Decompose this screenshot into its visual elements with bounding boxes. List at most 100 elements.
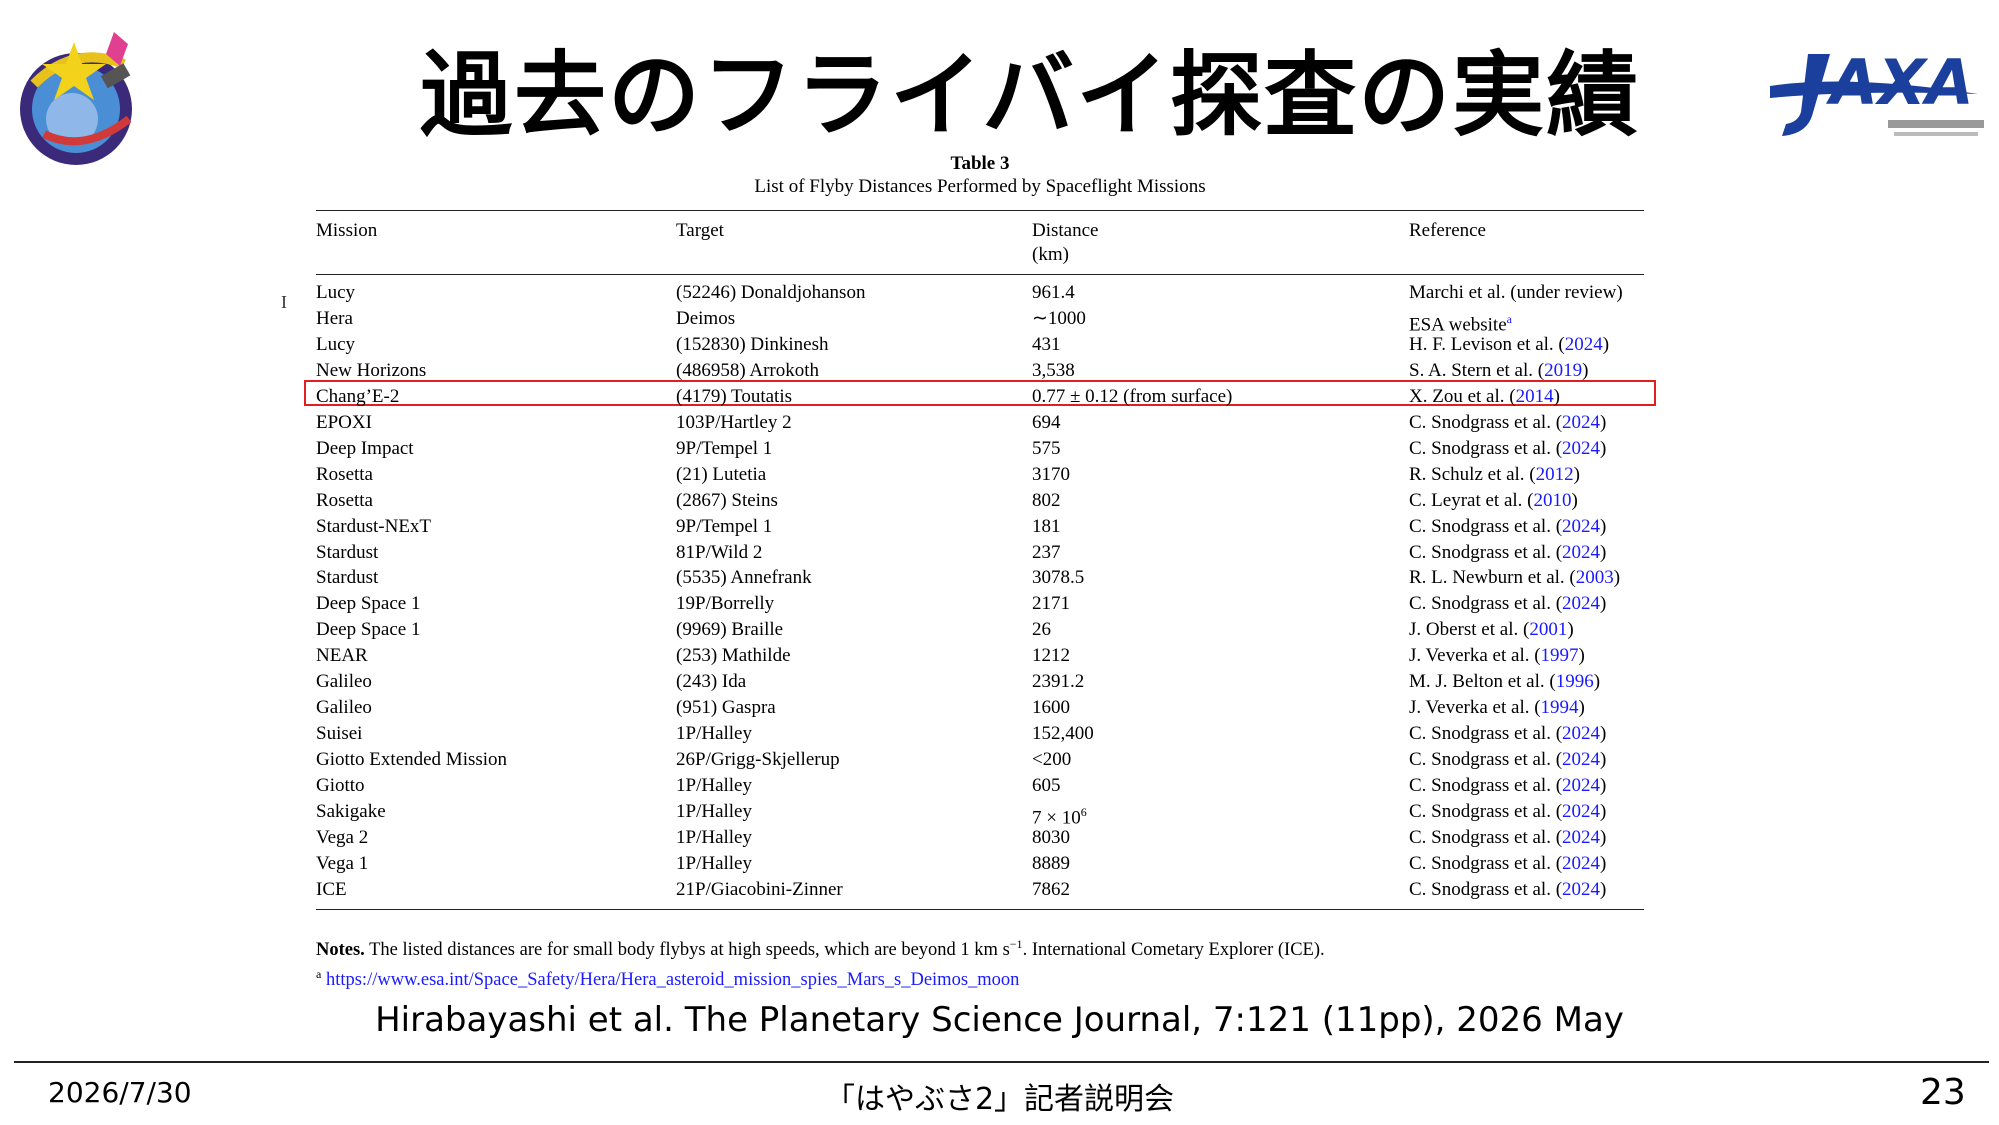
reference-footnote-marker[interactable]: a [1507, 312, 1512, 326]
cell-reference: J. Veverka et al. (1997) [1409, 645, 1585, 667]
distance-value: 2391.2 [1032, 671, 1085, 692]
reference-close-paren: ) [1600, 438, 1607, 459]
cell-target: (2867) Steins [676, 490, 778, 511]
cell-reference: C. Snodgrass et al. (2024) [1409, 593, 1606, 615]
cell-target: (4179) Toutatis [676, 386, 793, 407]
cell-distance: 8030 [1032, 827, 1070, 849]
footnote-marker: a [316, 967, 322, 982]
reference-text: C. Snodgrass et al. ( [1409, 853, 1563, 874]
cell-mission: New Horizons [316, 360, 427, 381]
table-caption: Table 3 List of Flyby Distances Performe… [320, 152, 1640, 198]
reference-text: C. Snodgrass et al. ( [1409, 827, 1563, 848]
distance-value: 8030 [1032, 827, 1070, 848]
reference-close-paren: ) [1593, 671, 1601, 692]
table-bottom-rule [316, 909, 1644, 910]
distance-value: 3078.5 [1032, 567, 1085, 588]
cell-target: 1P/Halley [676, 827, 752, 848]
jaxa-logo: AXA [1770, 46, 1984, 136]
cell-target: 81P/Wild 2 [676, 542, 763, 563]
cell-distance: 237 [1032, 542, 1061, 564]
reference-close-paren: ) [1600, 853, 1607, 874]
distance-value: 1600 [1032, 697, 1070, 718]
cell-distance: 3,538 [1032, 360, 1075, 382]
cell-distance: 961.4 [1032, 282, 1075, 304]
reference-close-paren: ) [1600, 749, 1607, 770]
footnote-link[interactable]: https://www.esa.int/Space_Safety/Hera/He… [326, 970, 1019, 990]
cell-reference: J. Oberst et al. (2001) [1409, 619, 1574, 641]
reference-year-link[interactable]: 2024 [1562, 438, 1600, 459]
cell-target: 9P/Tempel 1 [676, 438, 773, 459]
cell-target: (52246) Donaldjohanson [676, 282, 866, 303]
cell-target: (21) Lutetia [676, 464, 767, 485]
cell-reference: Marchi et al. (under review) [1409, 282, 1623, 304]
cell-target: 1P/Halley [676, 723, 752, 744]
reference-year-link[interactable]: 2024 [1562, 723, 1600, 744]
cell-reference: C. Snodgrass et al. (2024) [1409, 853, 1606, 875]
reference-close-paren: ) [1602, 334, 1610, 355]
cell-distance: 802 [1032, 490, 1061, 512]
cell-mission: Stardust [316, 542, 379, 563]
cell-distance: ∼1000 [1032, 308, 1086, 330]
cell-reference: X. Zou et al. (2014) [1409, 386, 1560, 408]
cell-reference: C. Snodgrass et al. (2024) [1409, 516, 1606, 538]
distance-value: 802 [1032, 490, 1061, 511]
reference-text: S. A. Stern et al. ( [1409, 360, 1545, 381]
table-top-rule [316, 210, 1644, 211]
cell-mission: Lucy [316, 282, 356, 303]
cell-reference: C. Leyrat et al. (2010) [1409, 490, 1578, 512]
cell-distance: 694 [1032, 412, 1061, 434]
reference-year-link[interactable]: 1997 [1541, 645, 1579, 666]
reference-year-link[interactable]: 2014 [1516, 386, 1554, 407]
reference-text: C. Snodgrass et al. ( [1409, 593, 1563, 614]
cell-mission: Deep Space 1 [316, 619, 421, 640]
footer-event: 「はやぶさ2」記者説明会 [824, 1082, 1175, 1117]
reference-year-link[interactable]: 2019 [1544, 360, 1582, 381]
notes-unit-exponent: −1 [1009, 937, 1023, 951]
reference-year-link[interactable]: 2024 [1562, 775, 1600, 796]
cell-distance: 1212 [1032, 645, 1070, 667]
reference-close-paren: ) [1600, 593, 1607, 614]
reference-text: C. Snodgrass et al. ( [1409, 438, 1563, 459]
cell-mission: Vega 1 [316, 853, 369, 874]
cell-mission: Deep Impact [316, 438, 414, 459]
reference-year-link[interactable]: 1994 [1541, 697, 1579, 718]
footer-rule [14, 1061, 1989, 1063]
reference-close-paren: ) [1553, 386, 1560, 407]
reference-year-link[interactable]: 2001 [1529, 619, 1567, 640]
distance-value: 0.77 ± 0.12 (from surface) [1032, 386, 1233, 407]
reference-year-link[interactable]: 2024 [1562, 593, 1600, 614]
reference-year-link[interactable]: 2024 [1565, 334, 1603, 355]
reference-year-link[interactable]: 2024 [1562, 853, 1600, 874]
reference-year-link[interactable]: 1996 [1556, 671, 1594, 692]
distance-value: 3170 [1032, 464, 1070, 485]
table-title: List of Flyby Distances Performed by Spa… [754, 176, 1206, 197]
cell-mission: Stardust-NExT [316, 516, 432, 537]
cell-mission: Rosetta [316, 490, 373, 511]
reference-text: R. Schulz et al. ( [1409, 464, 1536, 485]
reference-year-link[interactable]: 2024 [1562, 879, 1600, 900]
reference-year-link[interactable]: 2012 [1536, 464, 1574, 485]
reference-year-link[interactable]: 2024 [1562, 412, 1600, 433]
reference-year-link[interactable]: 2024 [1562, 749, 1600, 770]
slide-title: 過去のフライバイ探査の実績 [420, 42, 1641, 149]
cell-reference: R. Schulz et al. (2012) [1409, 464, 1580, 486]
reference-text: R. L. Newburn et al. ( [1409, 567, 1576, 588]
cell-mission: Giotto Extended Mission [316, 749, 508, 770]
cell-reference: C. Snodgrass et al. (2024) [1409, 438, 1606, 460]
reference-year-link[interactable]: 2003 [1576, 567, 1614, 588]
cell-target: 21P/Giacobini-Zinner [676, 879, 843, 900]
reference-year-link[interactable]: 2024 [1562, 827, 1600, 848]
notes-label: Notes. [316, 940, 365, 961]
cell-mission: Galileo [316, 697, 372, 718]
reference-year-link[interactable]: 2024 [1562, 801, 1600, 822]
reference-year-link[interactable]: 2010 [1534, 490, 1572, 511]
cell-mission: Lucy [316, 334, 356, 355]
reference-year-link[interactable]: 2024 [1562, 542, 1600, 563]
cell-target: (5535) Annefrank [676, 567, 812, 588]
cell-mission: NEAR [316, 645, 368, 666]
reference-year-link[interactable]: 2024 [1562, 516, 1600, 537]
cell-reference: C. Snodgrass et al. (2024) [1409, 542, 1606, 564]
cell-reference: J. Veverka et al. (1994) [1409, 697, 1585, 719]
cell-mission: Galileo [316, 671, 372, 692]
svg-text:AXA: AXA [1825, 46, 1974, 119]
